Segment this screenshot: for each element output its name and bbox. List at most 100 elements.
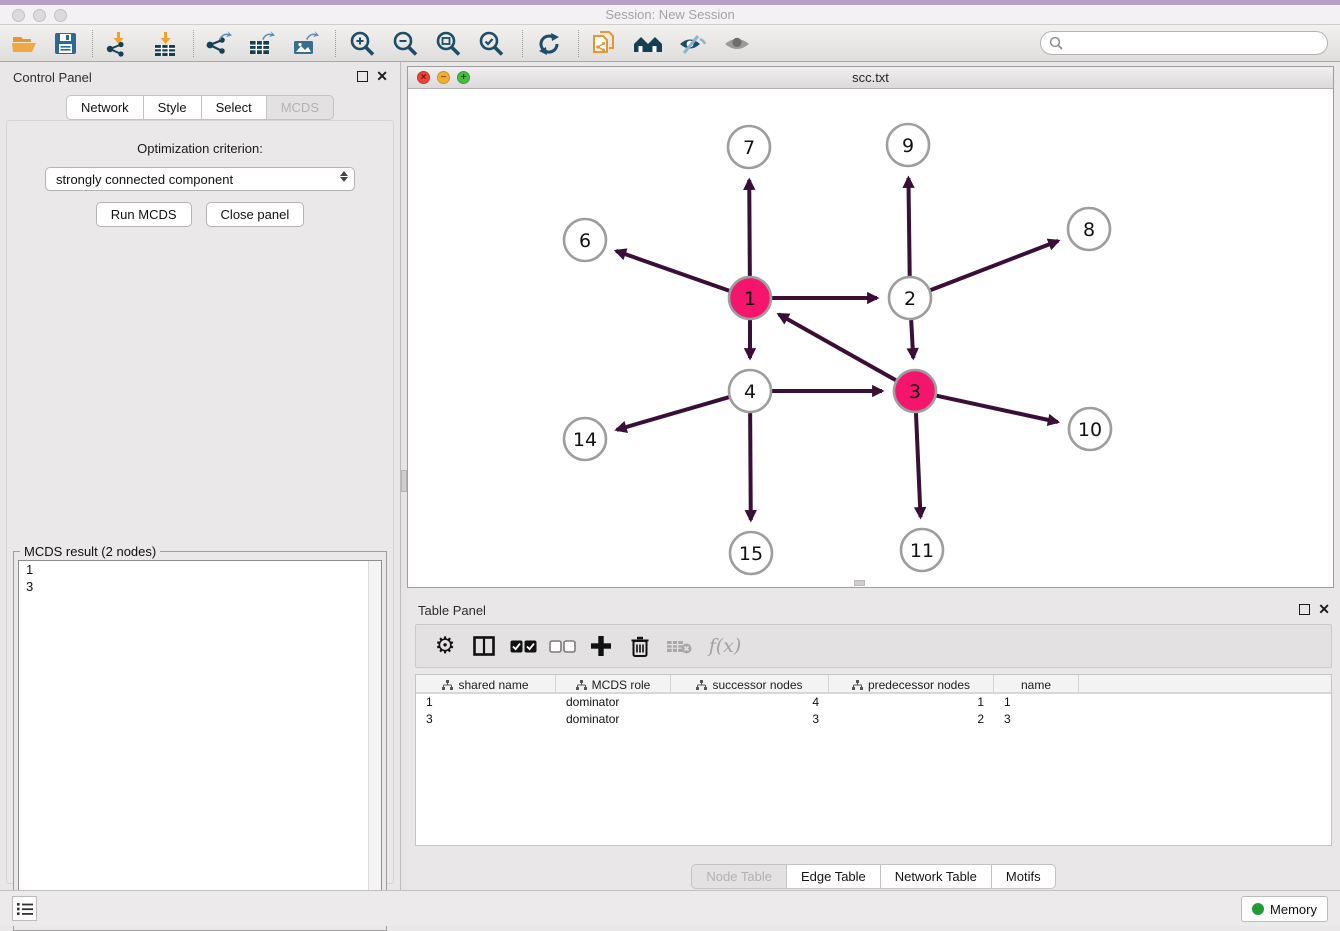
edge-1-7[interactable]	[749, 180, 750, 276]
show-all-button[interactable]	[718, 28, 756, 59]
function-builder-icon: f(x)	[709, 635, 742, 657]
float-table-panel-button[interactable]	[1299, 604, 1310, 615]
memory-button[interactable]: Memory	[1241, 896, 1328, 922]
table-cell[interactable]: 1	[994, 694, 1079, 711]
open-session-button[interactable]	[5, 28, 43, 59]
edge-4-15[interactable]	[750, 413, 751, 520]
search-input[interactable]	[1068, 36, 1308, 50]
table-cell[interactable]: 3	[994, 711, 1079, 728]
search-box[interactable]	[1040, 31, 1328, 55]
gear-button[interactable]: ⚙	[430, 629, 460, 663]
table-cell[interactable]: 2	[829, 711, 994, 728]
first-neighbors-button[interactable]	[629, 28, 667, 59]
table-cell[interactable]: 3	[416, 711, 556, 728]
mcds-result-title: MCDS result (2 nodes)	[20, 544, 160, 559]
zoom-in-button[interactable]	[343, 28, 381, 59]
import-network-icon	[105, 31, 131, 57]
network-resize-handle[interactable]	[854, 580, 865, 586]
zoom-selected-icon	[478, 31, 504, 57]
zoom-fit-button[interactable]	[429, 28, 467, 59]
status-bar: Memory	[0, 890, 1340, 926]
column-header-predecessor-nodes[interactable]: predecessor nodes	[829, 675, 994, 694]
network-graph[interactable]: 7 9 6 8 1 2 4 3 14 10 15 11	[408, 89, 1333, 587]
table-toolbar: ⚙ f(x)	[415, 624, 1332, 668]
hierarchy-icon	[696, 680, 707, 690]
task-history-button[interactable]	[12, 896, 37, 921]
graph-node-6[interactable]: 6	[564, 219, 606, 261]
graph-node-7[interactable]: 7	[728, 126, 770, 168]
tab-select[interactable]: Select	[201, 95, 266, 120]
edge-3-10[interactable]	[936, 396, 1057, 422]
table-cell[interactable]: 3	[671, 711, 829, 728]
graph-node-1[interactable]: 1	[729, 277, 771, 319]
graph-node-8[interactable]: 8	[1068, 208, 1110, 250]
graph-node-10[interactable]: 10	[1069, 408, 1111, 450]
add-column-button[interactable]	[586, 629, 616, 663]
edge-1-6[interactable]	[616, 251, 729, 291]
tab-motifs[interactable]: Motifs	[991, 864, 1056, 889]
run-mcds-button[interactable]: Run MCDS	[96, 202, 192, 227]
import-network-button[interactable]	[99, 28, 137, 59]
table-cell[interactable]: dominator	[556, 711, 671, 728]
result-scrollbar[interactable]	[368, 561, 381, 925]
close-table-panel-icon[interactable]: ✕	[1318, 601, 1330, 618]
zoom-selected-button[interactable]	[472, 28, 510, 59]
control-panel-titlebar: Control Panel ✕	[0, 62, 400, 92]
graph-node-11[interactable]: 11	[901, 529, 943, 571]
save-session-button[interactable]	[46, 28, 84, 59]
column-header-name[interactable]: name	[994, 675, 1079, 694]
float-panel-button[interactable]	[357, 71, 368, 82]
network-canvas[interactable]: 7 9 6 8 1 2 4 3 14 10 15 11	[408, 89, 1333, 587]
table-cell[interactable]: 1	[416, 694, 556, 711]
edge-3-11[interactable]	[916, 413, 921, 517]
hide-selected-button[interactable]	[673, 28, 711, 59]
export-table-button[interactable]	[242, 28, 280, 59]
tab-network[interactable]: Network	[66, 95, 143, 120]
tab-mcds[interactable]: MCDS	[266, 95, 334, 120]
table-cell[interactable]: 4	[671, 694, 829, 711]
edge-2-9[interactable]	[908, 178, 909, 276]
graph-node-2[interactable]: 2	[889, 277, 931, 319]
export-image-button[interactable]	[286, 28, 324, 59]
tab-edge-table[interactable]: Edge Table	[786, 864, 880, 889]
table-cell[interactable]: dominator	[556, 694, 671, 711]
tab-style[interactable]: Style	[143, 95, 201, 120]
graph-node-4[interactable]: 4	[729, 370, 771, 412]
edge-3-1[interactable]	[779, 314, 896, 380]
graph-node-14[interactable]: 14	[564, 418, 606, 460]
toolbar-separator	[335, 30, 336, 57]
column-header-shared-name[interactable]: shared name	[416, 675, 556, 694]
graph-node-9[interactable]: 9	[887, 124, 929, 166]
graph-node-3[interactable]: 3	[894, 370, 936, 412]
optimization-criterion-label: Optimization criterion:	[7, 141, 393, 156]
close-panel-icon[interactable]: ✕	[376, 68, 388, 85]
refresh-button[interactable]	[530, 28, 568, 59]
select-all-rows-button[interactable]	[508, 629, 538, 663]
graph-node-15[interactable]: 15	[730, 532, 772, 574]
column-layout-button[interactable]	[469, 629, 499, 663]
column-header-successor-nodes[interactable]: successor nodes	[671, 675, 829, 694]
column-header-MCDS-role[interactable]: MCDS role	[556, 675, 671, 694]
network-window-titlebar[interactable]: × − + scc.txt	[408, 67, 1333, 89]
edge-4-14[interactable]	[617, 397, 729, 430]
tab-node-table[interactable]: Node Table	[691, 864, 786, 889]
mcds-result-list[interactable]: 13	[18, 560, 382, 926]
zoom-out-button[interactable]	[386, 28, 424, 59]
delete-column-button[interactable]	[625, 629, 655, 663]
node-label: 10	[1078, 419, 1102, 441]
close-panel-button[interactable]: Close panel	[206, 202, 305, 227]
tab-network-table[interactable]: Network Table	[880, 864, 991, 889]
table-row[interactable]: 3dominator323	[416, 711, 1331, 728]
export-network-button[interactable]	[199, 28, 237, 59]
criterion-dropdown[interactable]: strongly connected component	[45, 167, 355, 191]
edge-2-8[interactable]	[931, 241, 1059, 290]
deselect-all-rows-button[interactable]	[547, 629, 577, 663]
table-cell[interactable]: 1	[829, 694, 994, 711]
node-table[interactable]: shared nameMCDS rolesuccessor nodesprede…	[415, 674, 1332, 846]
new-network-from-selection-button[interactable]	[585, 28, 623, 59]
search-icon	[1049, 36, 1063, 50]
gear-icon: ⚙	[435, 635, 456, 658]
edge-2-3[interactable]	[911, 320, 913, 358]
table-row[interactable]: 1dominator411	[416, 694, 1331, 711]
import-table-button[interactable]	[146, 28, 184, 59]
